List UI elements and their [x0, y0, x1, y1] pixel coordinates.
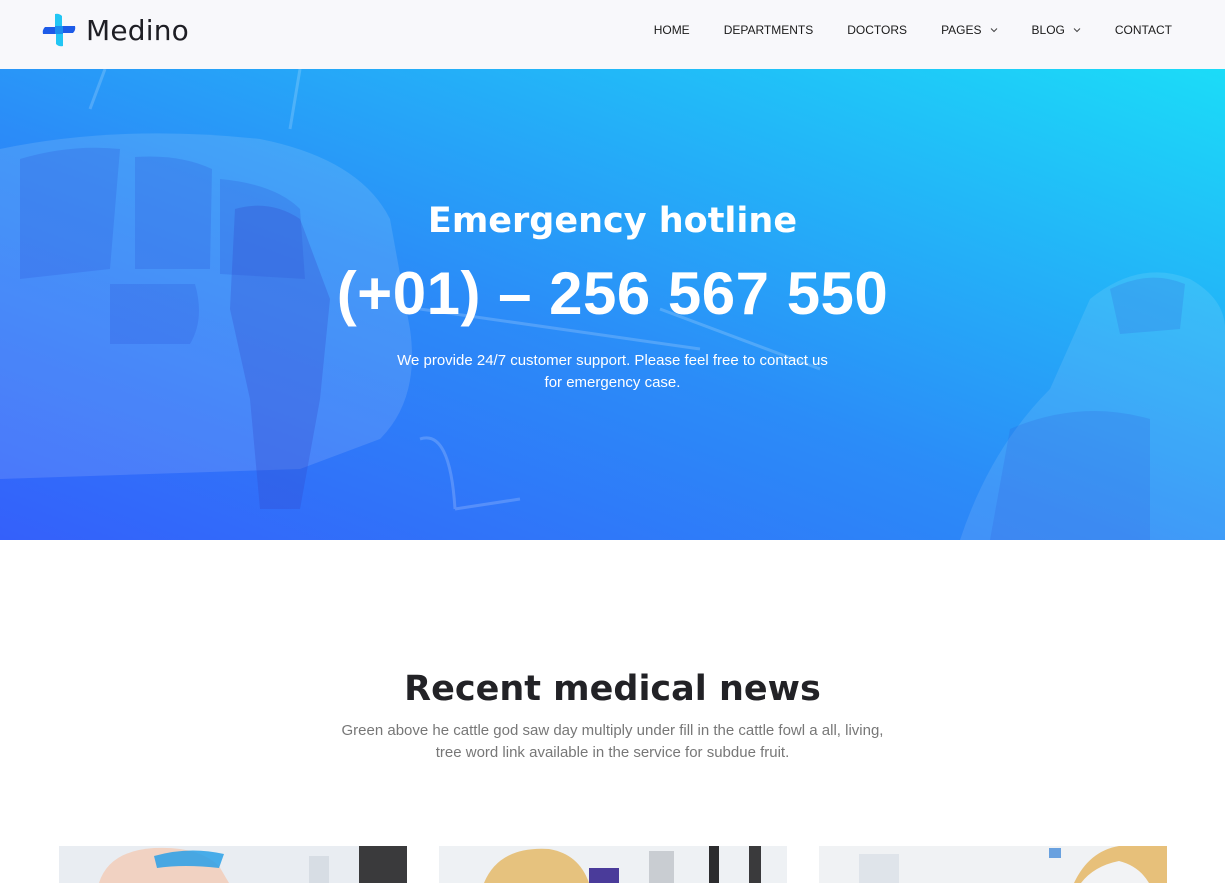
news-description-line1: Green above he cattle god saw day multip… — [341, 722, 884, 739]
hotline-number[interactable]: (+01) – 256 567 550 — [0, 259, 1225, 328]
nav-home[interactable]: HOME — [654, 23, 690, 37]
nav-contact[interactable]: CONTACT — [1115, 23, 1172, 37]
nav-blog-label: BLOG — [1031, 23, 1065, 37]
nav-home-label: HOME — [653, 23, 690, 37]
hero-description-line1: We provide 24/7 customer support. Please… — [397, 352, 828, 369]
cross-plus-logo-icon — [42, 13, 76, 47]
nav-doctors-label: DOCTORS — [847, 23, 908, 37]
hero-description: We provide 24/7 customer support. Please… — [0, 350, 1225, 394]
news-card-1[interactable] — [59, 846, 407, 883]
news-card-2[interactable] — [439, 846, 787, 883]
dentist-mask-photo — [819, 846, 1167, 883]
chevron-down-icon — [990, 28, 997, 33]
nav-doctors[interactable]: DOCTORS — [847, 23, 907, 37]
nav-departments-label: DEPARTMENTS — [723, 23, 814, 37]
main-nav: HOME DEPARTMENTS DOCTORS PAGES BLOG CONT… — [654, 0, 1172, 60]
nav-contact-label: CONTACT — [1114, 23, 1172, 37]
hero-title: Emergency hotline — [427, 201, 798, 241]
brand-logo[interactable]: Medino — [42, 13, 189, 47]
chevron-down-icon — [1073, 28, 1081, 33]
nav-pages-label: PAGES — [941, 23, 982, 37]
hero-description-line2: for emergency case. — [544, 374, 681, 391]
news-card-3[interactable] — [819, 846, 1167, 883]
nav-pages[interactable]: PAGES — [941, 23, 997, 37]
nav-blog[interactable]: BLOG — [1032, 23, 1081, 37]
emergency-hero: Emergency hotline (+01) – 256 567 550 We… — [0, 69, 1225, 540]
news-section-title: Recent medical news — [404, 669, 821, 709]
doctor-goggles-photo — [59, 846, 407, 883]
brand-name: Medino — [86, 13, 190, 47]
nav-departments[interactable]: DEPARTMENTS — [724, 23, 814, 37]
site-header: Medino HOME DEPARTMENTS DOCTORS PAGES BL… — [0, 0, 1225, 69]
news-description-line2: tree word link available in the service … — [435, 744, 790, 761]
news-section-description: Green above he cattle god saw day multip… — [0, 720, 1225, 764]
lab-microscope-photo — [439, 846, 787, 883]
